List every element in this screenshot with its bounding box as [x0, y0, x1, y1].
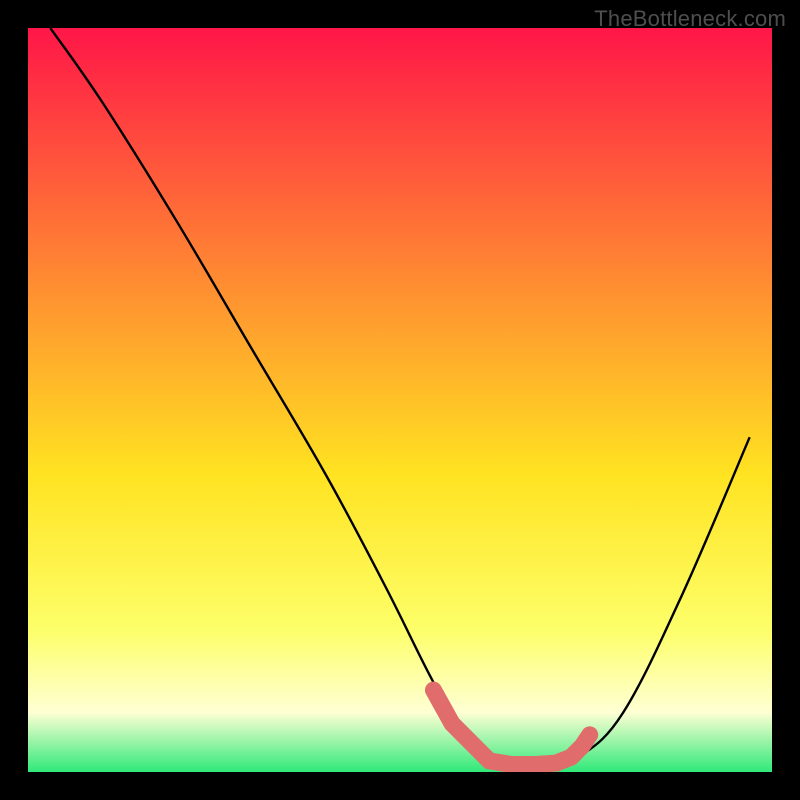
bottleneck-chart [0, 0, 800, 800]
watermark-text: TheBottleneck.com [594, 6, 786, 32]
gradient-panel [28, 28, 772, 772]
chart-stage: TheBottleneck.com [0, 0, 800, 800]
